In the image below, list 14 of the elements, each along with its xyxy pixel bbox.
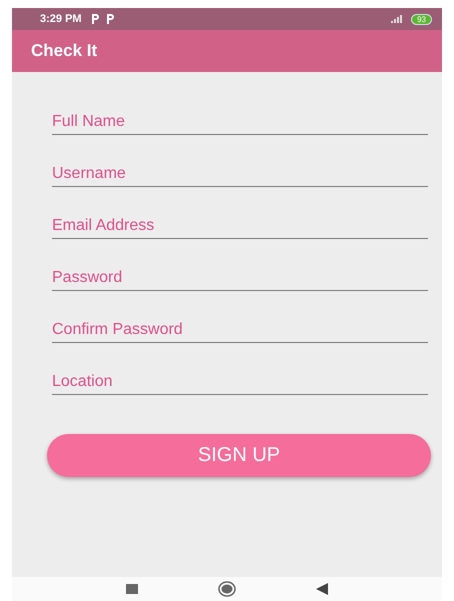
sign-up-button[interactable]: SIGN UP [47,434,431,477]
battery-level: 93 [411,14,432,24]
back-icon[interactable] [316,583,328,595]
notification-icon [90,14,100,24]
notification-icon [106,14,115,24]
status-time: 3:29 PM [40,13,82,25]
input-field[interactable]: Full Name [52,112,428,135]
input-field[interactable]: Username [52,164,428,187]
input-field[interactable]: Email Address [52,216,428,239]
input-field[interactable]: Confirm Password [52,320,428,343]
app-title: Check It [31,41,98,61]
input-field[interactable]: Password [52,268,428,291]
home-icon[interactable] [218,581,236,597]
input-field[interactable]: Location [52,372,428,395]
